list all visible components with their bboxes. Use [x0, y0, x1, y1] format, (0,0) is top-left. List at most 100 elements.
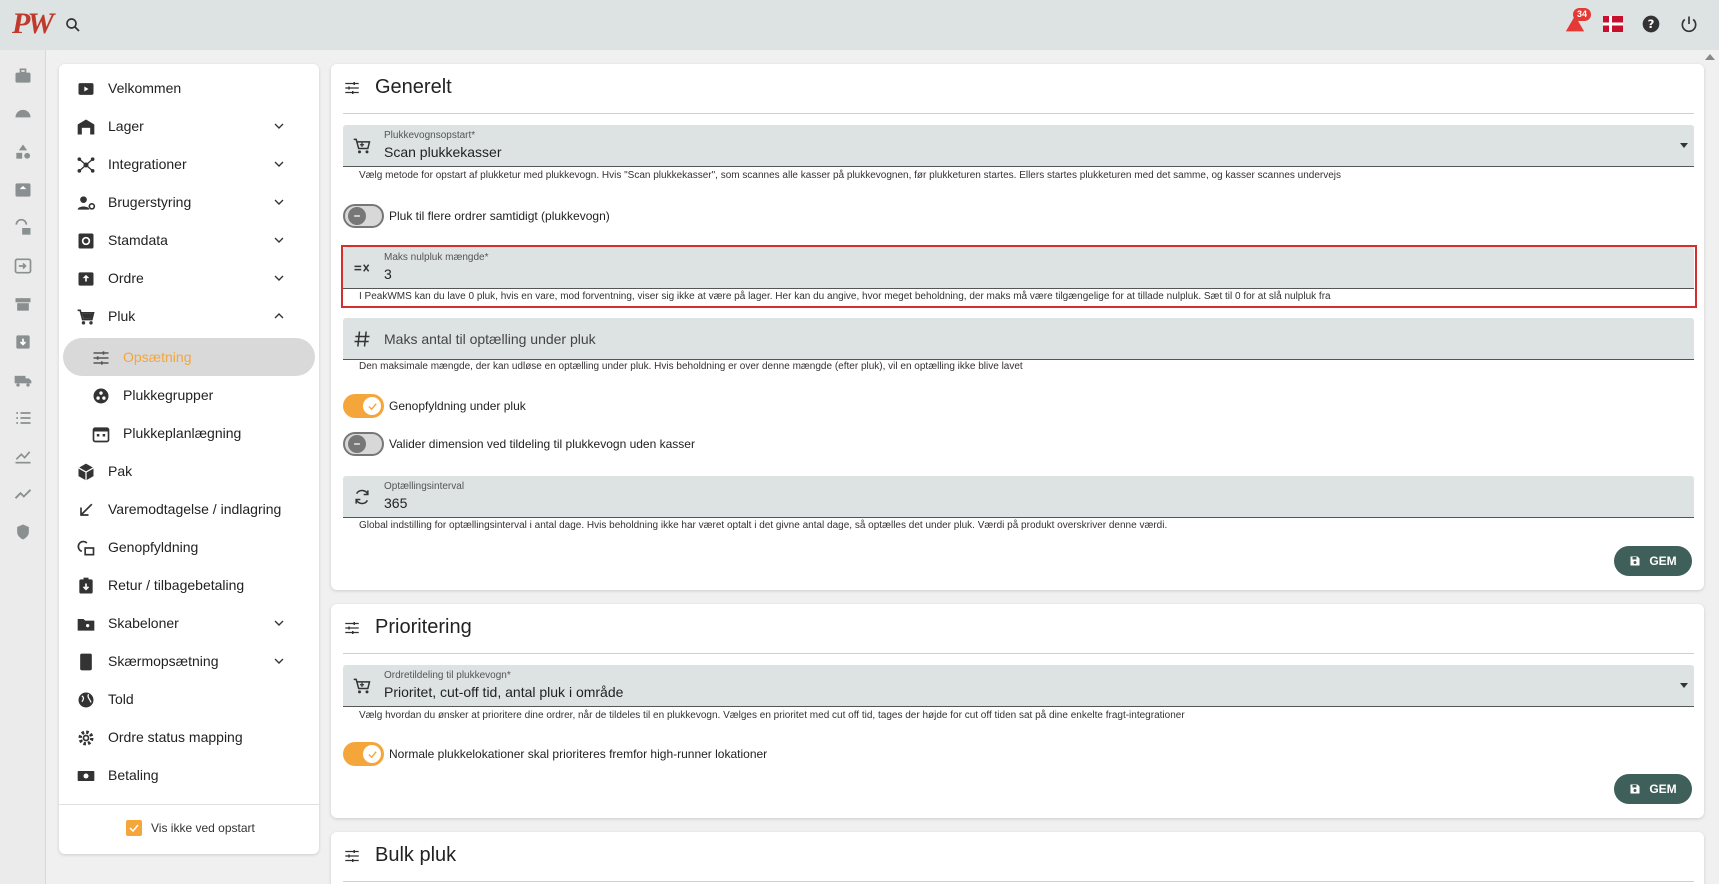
sidebar-item-told[interactable]: Told	[59, 680, 319, 718]
bulk-divider	[343, 881, 1694, 882]
sidebar-divider	[59, 804, 319, 805]
multi-orders-label: Pluk til flere ordrer samtidigt (plukkev…	[389, 209, 610, 223]
show-on-startup-toggle[interactable]: Vis ikke ved opstart	[126, 820, 255, 836]
hub-icon	[76, 155, 96, 175]
sidebar-item-label: Plukkegrupper	[123, 387, 214, 403]
sidebar-item-integrationer[interactable]: Integrationer	[59, 145, 319, 183]
chevron-down-icon	[271, 156, 287, 172]
validate-dim-toggle-row[interactable]: Valider dimension ved tildeling til pluk…	[343, 432, 695, 456]
dashboard-icon[interactable]	[13, 104, 33, 124]
sidebar-item-genopfyldning[interactable]: Genopfyldning	[59, 528, 319, 566]
briefcase-icon[interactable]	[13, 66, 33, 86]
play-icon	[76, 79, 96, 99]
power-icon[interactable]	[1677, 12, 1701, 36]
replenish-label: Genopfyldning under pluk	[389, 399, 526, 413]
upload-box-icon[interactable]	[13, 180, 33, 200]
count-interval-value: 365	[384, 495, 408, 511]
package-icon	[76, 462, 96, 482]
sidebar-item-label: Told	[108, 691, 134, 707]
sidebar-item-label: Plukkeplanlægning	[123, 425, 242, 441]
app-logo[interactable]: PW	[12, 8, 54, 40]
count-interval-input[interactable]: Optællingsinterval 365	[343, 476, 1694, 518]
sidebar-item-betaling[interactable]: Betaling	[59, 756, 319, 794]
order-assign-value: Prioritet, cut-off tid, antal pluk i omr…	[384, 684, 624, 700]
shield-icon[interactable]	[13, 522, 33, 542]
order-assign-label: Ordretildeling til plukkevogn*	[384, 670, 511, 681]
multi-orders-toggle-row[interactable]: Pluk til flere ordrer samtidigt (plukkev…	[343, 204, 610, 228]
replenish-icon	[76, 538, 96, 558]
sidebar-item-skaermopsaetning[interactable]: Skærmopsætning	[59, 642, 319, 680]
dropdown-arrow-icon	[1680, 143, 1688, 148]
max-zero-pick-input[interactable]: Maks nulpluk mængde* 3	[343, 247, 1694, 289]
calendar-icon	[91, 424, 111, 444]
sidebar-item-ordre-status-mapping[interactable]: Ordre status mapping	[59, 718, 319, 756]
normal-locations-toggle[interactable]	[343, 742, 384, 766]
order-assign-select[interactable]: Ordretildeling til plukkevogn* Prioritet…	[343, 665, 1694, 707]
tune-icon	[343, 847, 361, 865]
sidebar-item-pluk[interactable]: Pluk	[59, 297, 319, 335]
normal-locations-toggle-row[interactable]: Normale plukkelokationer skal prioritere…	[343, 742, 767, 766]
sidebar-item-label: Ordre	[108, 270, 144, 286]
startup-label: Vis ikke ved opstart	[151, 821, 255, 835]
return-box-icon[interactable]	[13, 332, 33, 352]
import-icon[interactable]	[13, 256, 33, 276]
toggle-knob	[348, 435, 366, 453]
prioritering-title: Prioritering	[375, 616, 472, 638]
store-icon[interactable]	[13, 294, 33, 314]
replenish-icon[interactable]	[13, 218, 33, 238]
shapes-icon[interactable]	[13, 142, 33, 162]
sidebar-item-velkommen[interactable]: Velkommen	[59, 69, 319, 107]
validate-dim-toggle[interactable]	[343, 432, 384, 456]
return-box-icon	[76, 576, 96, 596]
generelt-title: Generelt	[375, 76, 452, 98]
list-icon[interactable]	[13, 408, 33, 428]
toggle-knob	[363, 397, 381, 415]
settings-box-icon	[76, 231, 96, 251]
max-count-input[interactable]: Maks antal til optælling under pluk	[343, 318, 1694, 360]
trend-icon[interactable]	[13, 484, 33, 504]
max-count-hint: Den maksimale mængde, der kan udløse en …	[359, 361, 1023, 372]
multi-orders-toggle[interactable]	[343, 204, 384, 228]
top-actions: 34 ?	[1563, 8, 1701, 36]
sidebar-item-brugerstyring[interactable]: Brugerstyring	[59, 183, 319, 221]
save-button[interactable]: GEM	[1614, 546, 1692, 576]
sidebar-item-pak[interactable]: Pak	[59, 452, 319, 490]
top-bar: PW 34 ?	[0, 0, 1719, 50]
search-icon[interactable]	[64, 16, 82, 34]
truck-icon[interactable]	[13, 370, 33, 390]
order-assign-hint: Vælg hvordan du ønsker at prioritere din…	[359, 710, 1185, 721]
max-zero-pick-hint: I PeakWMS kan du lave 0 pluk, hvis en va…	[359, 291, 1331, 302]
scroll-up-arrow[interactable]	[1705, 54, 1715, 60]
sidebar-item-lager[interactable]: Lager	[59, 107, 319, 145]
sidebar-item-label: Skabeloner	[108, 615, 179, 631]
sidebar-item-retur[interactable]: Retur / tilbagebetaling	[59, 566, 319, 604]
cart-start-select[interactable]: Plukkevognsopstart* Scan plukkekasser	[343, 125, 1694, 167]
sidebar-item-ordre[interactable]: Ordre	[59, 259, 319, 297]
sidebar-item-varemodtagelse[interactable]: Varemodtagelse / indlagring	[59, 490, 319, 528]
cart-icon	[76, 307, 96, 327]
sidebar-item-label: Lager	[108, 118, 144, 134]
warning-notification-icon[interactable]: 34	[1563, 8, 1592, 36]
generelt-divider	[343, 113, 1694, 114]
replenish-toggle[interactable]	[343, 394, 384, 418]
group-icon	[91, 386, 111, 406]
startup-checkbox[interactable]	[126, 820, 142, 836]
save-button[interactable]: GEM	[1614, 774, 1692, 804]
chevron-down-icon	[271, 653, 287, 669]
gear-icon	[76, 728, 96, 748]
sidebar-item-skabeloner[interactable]: Skabeloner	[59, 604, 319, 642]
sidebar-item-stamdata[interactable]: Stamdata	[59, 221, 319, 259]
bar-chart-icon[interactable]	[13, 446, 33, 466]
sidebar-item-label: Stamdata	[108, 232, 168, 248]
sidebar-item-label: Pluk	[108, 308, 136, 324]
svg-text:?: ?	[1648, 17, 1655, 31]
toggle-knob	[363, 745, 381, 763]
sidebar-item-opsaetning[interactable]: Opsætning	[63, 338, 315, 376]
replenish-toggle-row[interactable]: Genopfyldning under pluk	[343, 394, 526, 418]
sidebar-item-plukkegrupper[interactable]: Plukkegrupper	[59, 376, 319, 414]
sidebar-item-plukkeplanlaegning[interactable]: Plukkeplanlægning	[59, 414, 319, 452]
cart-icon	[352, 676, 372, 696]
sidebar-item-label: Velkommen	[108, 80, 182, 96]
danish-flag-icon[interactable]	[1601, 12, 1625, 36]
help-icon[interactable]: ?	[1639, 12, 1663, 36]
